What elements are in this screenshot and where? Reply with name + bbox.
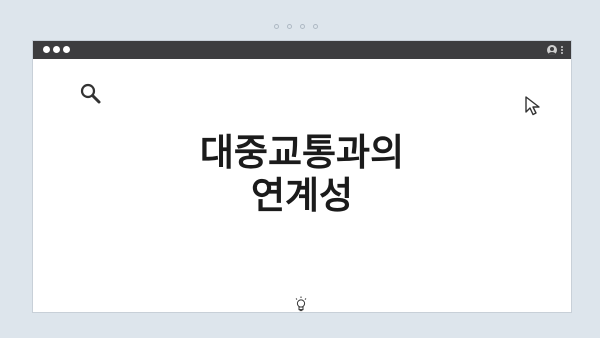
search-icon — [80, 83, 101, 104]
titlebar-actions — [547, 44, 563, 56]
user-icon[interactable] — [547, 45, 557, 55]
cursor-arrow-icon — [525, 96, 540, 116]
window-control-dot[interactable] — [53, 46, 60, 53]
window-titlebar — [33, 41, 571, 59]
page-indicator-dots — [274, 24, 318, 29]
headline-line-1: 대중교통과의 — [199, 131, 405, 174]
headline: 대중교통과의 연계성 — [33, 131, 571, 217]
kebab-dot — [561, 52, 563, 54]
window-controls — [43, 46, 70, 53]
lightbulb-icon — [295, 296, 307, 312]
window-control-dot[interactable] — [63, 46, 70, 53]
headline-line-2: 연계성 — [250, 174, 354, 217]
page-dot — [300, 24, 305, 29]
kebab-dot — [561, 49, 563, 51]
browser-window: 대중교통과의 연계성 — [32, 40, 572, 313]
kebab-dot — [561, 46, 563, 48]
kebab-menu-icon[interactable] — [561, 46, 563, 54]
page-dot — [287, 24, 292, 29]
page-dot — [274, 24, 279, 29]
window-content: 대중교통과의 연계성 — [33, 59, 571, 313]
window-control-dot[interactable] — [43, 46, 50, 53]
page-dot — [313, 24, 318, 29]
